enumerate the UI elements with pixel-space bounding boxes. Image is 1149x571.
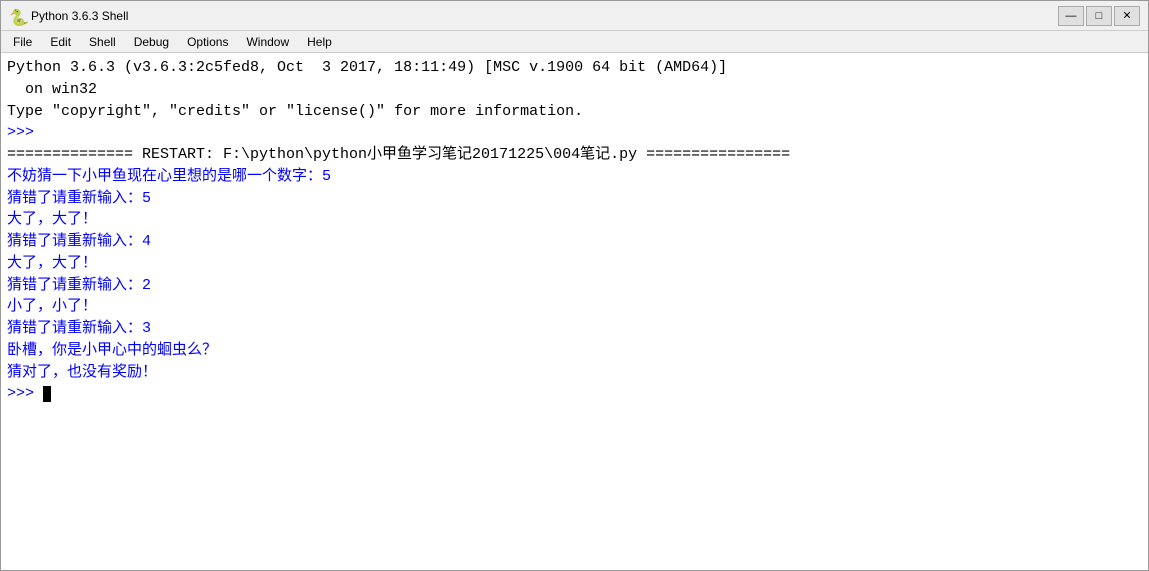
output-line-3: 大了，大了！	[7, 209, 1142, 231]
title-bar-left: 🐍 Python 3.6.3 Shell	[9, 8, 128, 24]
app-icon: 🐍	[9, 8, 25, 24]
menu-window[interactable]: Window	[238, 33, 297, 51]
close-button[interactable]: ✕	[1114, 6, 1140, 26]
menu-bar: File Edit Shell Debug Options Window Hel…	[1, 31, 1148, 53]
window-controls: — □ ✕	[1058, 6, 1140, 26]
output-line-8: 猜错了请重新输入：3	[7, 318, 1142, 340]
output-line-1: 不妨猜一下小甲鱼现在心里想的是哪一个数字：5	[7, 166, 1142, 188]
output-line-7: 小了，小了！	[7, 296, 1142, 318]
output-line-4: 猜错了请重新输入：4	[7, 231, 1142, 253]
window-title: Python 3.6.3 Shell	[31, 9, 128, 23]
last-prompt: >>>	[7, 383, 1142, 405]
menu-help[interactable]: Help	[299, 33, 340, 51]
output-line-2: 猜错了请重新输入：5	[7, 188, 1142, 210]
output-line-9: 卧槽，你是小甲心中的蛔虫么？	[7, 340, 1142, 362]
menu-options[interactable]: Options	[179, 33, 236, 51]
main-window: 🐍 Python 3.6.3 Shell — □ ✕ File Edit She…	[0, 0, 1149, 571]
shell-output[interactable]: Python 3.6.3 (v3.6.3:2c5fed8, Oct 3 2017…	[1, 53, 1148, 570]
minimize-button[interactable]: —	[1058, 6, 1084, 26]
output-line-6: 猜错了请重新输入：2	[7, 275, 1142, 297]
title-bar: 🐍 Python 3.6.3 Shell — □ ✕	[1, 1, 1148, 31]
maximize-button[interactable]: □	[1086, 6, 1112, 26]
platform-line: on win32	[7, 79, 1142, 101]
output-line-10: 猜对了，也没有奖励！	[7, 362, 1142, 384]
text-cursor	[43, 386, 51, 402]
menu-debug[interactable]: Debug	[126, 33, 177, 51]
menu-edit[interactable]: Edit	[42, 33, 79, 51]
menu-shell[interactable]: Shell	[81, 33, 124, 51]
output-line-5: 大了，大了！	[7, 253, 1142, 275]
restart-line: ============== RESTART: F:\python\python…	[7, 144, 1142, 166]
first-prompt: >>>	[7, 122, 1142, 144]
type-info-line: Type "copyright", "credits" or "license(…	[7, 101, 1142, 123]
menu-file[interactable]: File	[5, 33, 40, 51]
python-version-line: Python 3.6.3 (v3.6.3:2c5fed8, Oct 3 2017…	[7, 57, 1142, 79]
